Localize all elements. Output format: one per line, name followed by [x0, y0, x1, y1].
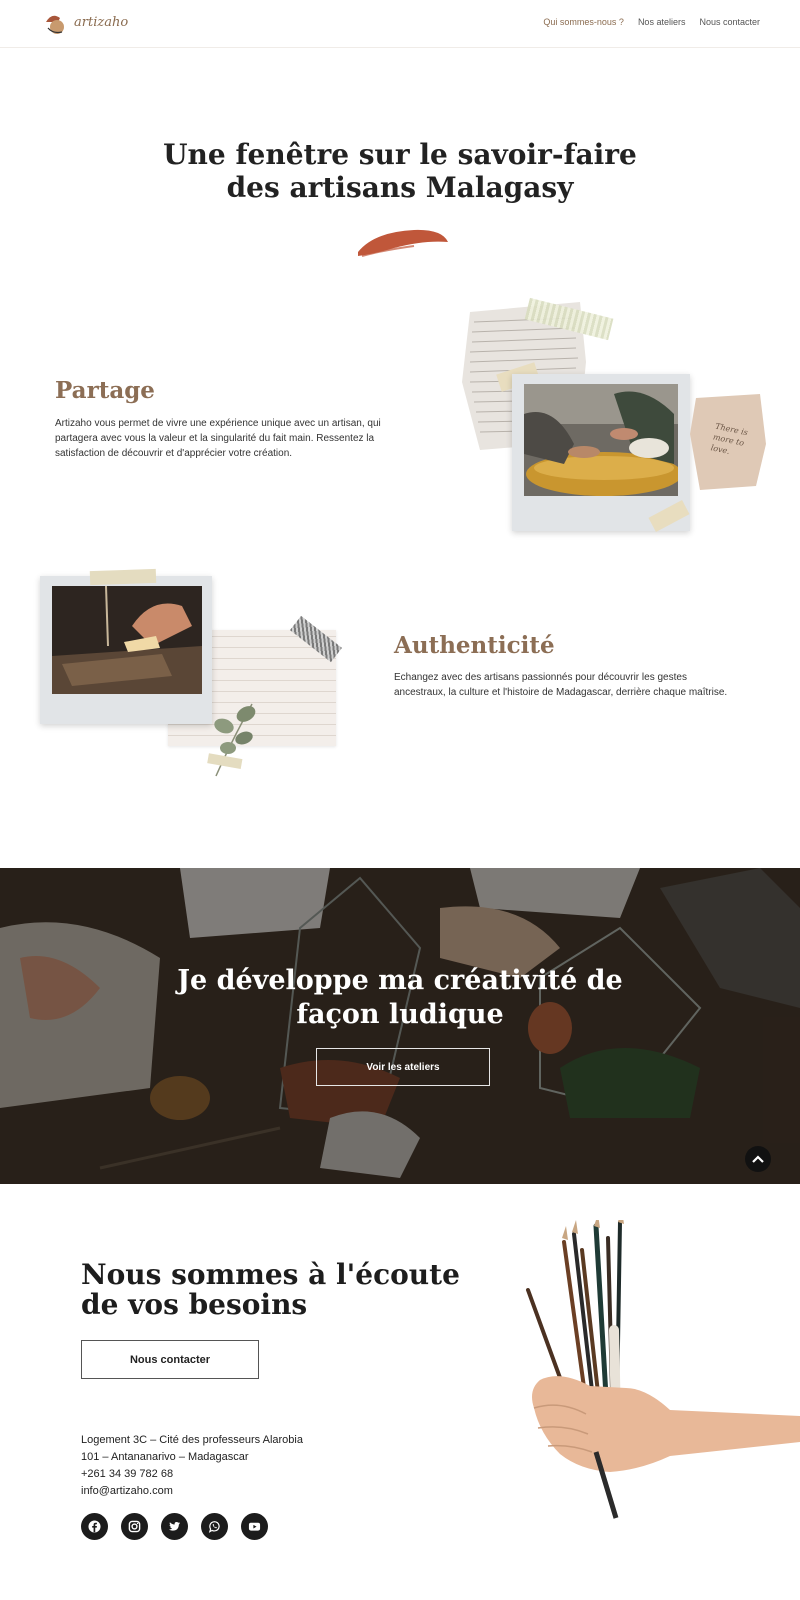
- social-links: [81, 1513, 268, 1540]
- phone-number[interactable]: +261 34 39 782 68: [81, 1466, 303, 1483]
- hero-title-line-2: des artisans Malagasy: [226, 171, 574, 204]
- nous-contacter-button[interactable]: Nous contacter: [81, 1340, 259, 1379]
- partage-collage: There ismore tolove.: [460, 296, 770, 546]
- authenticite-title: Authenticité: [394, 632, 555, 659]
- partage-title: Partage: [55, 377, 155, 404]
- banner-title: Je développe ma créativité de façon ludi…: [0, 964, 800, 1032]
- main-nav: Qui sommes-nous ? Nos ateliers Nous cont…: [543, 17, 760, 27]
- contact-title: Nous sommes à l'écoute de vos besoins: [81, 1260, 460, 1320]
- address-line-2: 101 – Antananarivo – Madagascar: [81, 1451, 249, 1463]
- nav-link-nous-contacter[interactable]: Nous contacter: [699, 17, 760, 27]
- twitter-link[interactable]: [161, 1513, 188, 1540]
- address-line-1: Logement 3C – Cité des professeurs Alaro…: [81, 1434, 303, 1446]
- logo-text: artizaho: [74, 15, 129, 30]
- logo-icon: [46, 15, 64, 34]
- eucalyptus-leaf-decoration: [207, 703, 256, 777]
- hand-holding-brushes-image: [526, 1220, 800, 1519]
- site-logo[interactable]: artizaho: [44, 10, 128, 38]
- nav-link-nos-ateliers[interactable]: Nos ateliers: [638, 17, 686, 27]
- partage-text: Artizaho vous permet de vivre une expéri…: [55, 418, 381, 459]
- woodwork-photo: [52, 586, 202, 694]
- banner-title-line-1: Je développe ma créativité de: [177, 965, 623, 996]
- ateliers-banner: Je développe ma créativité de façon ludi…: [0, 868, 800, 1184]
- authenticite-photo-frame: [40, 576, 212, 724]
- email-address[interactable]: info@artizaho.com: [81, 1483, 303, 1500]
- contact-title-line-2: de vos besoins: [81, 1288, 308, 1321]
- voir-les-ateliers-button[interactable]: Voir les ateliers: [316, 1048, 490, 1086]
- contact-address: Logement 3C – Cité des professeurs Alaro…: [81, 1432, 303, 1500]
- facebook-link[interactable]: [81, 1513, 108, 1540]
- instagram-icon: [128, 1520, 141, 1533]
- instagram-link[interactable]: [121, 1513, 148, 1540]
- youtube-link[interactable]: [241, 1513, 268, 1540]
- scroll-to-top-button[interactable]: [745, 1146, 771, 1172]
- nav-link-qui-sommes-nous[interactable]: Qui sommes-nous ?: [543, 17, 624, 27]
- whatsapp-link[interactable]: [201, 1513, 228, 1540]
- youtube-icon: [248, 1522, 261, 1531]
- masking-tape-top: [89, 568, 157, 586]
- authenticite-text: Echangez avec des artisans passionnés po…: [394, 672, 728, 698]
- site-header: artizaho Qui sommes-nous ? Nos ateliers …: [0, 0, 800, 48]
- chevron-up-icon: [752, 1155, 764, 1163]
- banner-title-line-2: façon ludique: [296, 999, 504, 1030]
- contact-title-line-1: Nous sommes à l'écoute: [81, 1258, 460, 1291]
- hero-title-line-1: Une fenêtre sur le savoir-faire: [163, 138, 637, 171]
- twitter-icon: [168, 1521, 181, 1531]
- brush-stroke-decoration: [358, 229, 448, 257]
- handwritten-note: There ismore tolove.: [690, 394, 766, 490]
- partage-photo-frame: [512, 374, 690, 531]
- facebook-icon: [88, 1520, 101, 1533]
- hero-title: Une fenêtre sur le savoir-faire des arti…: [0, 138, 800, 204]
- pottery-photo: [524, 384, 678, 496]
- whatsapp-icon: [208, 1521, 220, 1533]
- authenticite-collage: [38, 568, 348, 780]
